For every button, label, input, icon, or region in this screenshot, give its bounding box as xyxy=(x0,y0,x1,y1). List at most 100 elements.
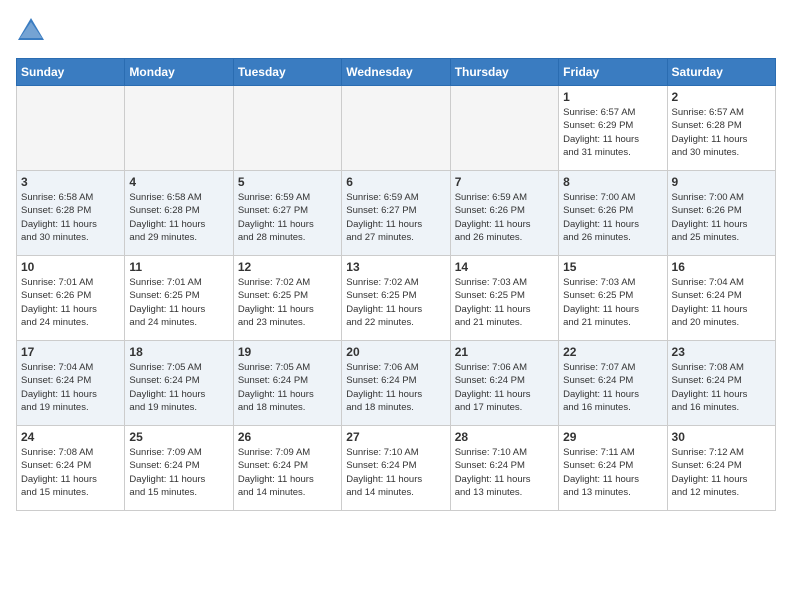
day-number: 2 xyxy=(672,90,771,104)
weekday-header-monday: Monday xyxy=(125,59,233,86)
day-info: Sunrise: 7:06 AM Sunset: 6:24 PM Dayligh… xyxy=(346,361,445,414)
calendar-cell: 29 Sunrise: 7:11 AM Sunset: 6:24 PM Dayli… xyxy=(559,426,667,511)
day-number: 15 xyxy=(563,260,662,274)
day-info: Sunrise: 7:03 AM Sunset: 6:25 PM Dayligh… xyxy=(563,276,662,329)
day-info: Sunrise: 6:59 AM Sunset: 6:26 PM Dayligh… xyxy=(455,191,554,244)
calendar-cell: 27 Sunrise: 7:10 AM Sunset: 6:24 PM Dayli… xyxy=(342,426,450,511)
day-info: Sunrise: 7:11 AM Sunset: 6:24 PM Dayligh… xyxy=(563,446,662,499)
day-info: Sunrise: 7:01 AM Sunset: 6:26 PM Dayligh… xyxy=(21,276,120,329)
calendar-cell: 26 Sunrise: 7:09 AM Sunset: 6:24 PM Dayli… xyxy=(233,426,341,511)
calendar-table: SundayMondayTuesdayWednesdayThursdayFrid… xyxy=(16,58,776,511)
day-info: Sunrise: 7:05 AM Sunset: 6:24 PM Dayligh… xyxy=(238,361,337,414)
day-info: Sunrise: 7:03 AM Sunset: 6:25 PM Dayligh… xyxy=(455,276,554,329)
calendar-cell: 10Sunrise: 7:01 AM Sunset: 6:26 PM Dayli… xyxy=(17,256,125,341)
weekday-header-wednesday: Wednesday xyxy=(342,59,450,86)
calendar-week-row: 24 Sunrise: 7:08 AM Sunset: 6:24 PM Dayli… xyxy=(17,426,776,511)
calendar-cell: 28 Sunrise: 7:10 AM Sunset: 6:24 PM Dayli… xyxy=(450,426,558,511)
calendar-cell: 30 Sunrise: 7:12 AM Sunset: 6:24 PM Dayli… xyxy=(667,426,775,511)
calendar-cell: 24 Sunrise: 7:08 AM Sunset: 6:24 PM Dayli… xyxy=(17,426,125,511)
weekday-header-tuesday: Tuesday xyxy=(233,59,341,86)
calendar-cell: 16 Sunrise: 7:04 AM Sunset: 6:24 PM Dayli… xyxy=(667,256,775,341)
day-info: Sunrise: 6:59 AM Sunset: 6:27 PM Dayligh… xyxy=(346,191,445,244)
day-info: Sunrise: 7:10 AM Sunset: 6:24 PM Dayligh… xyxy=(346,446,445,499)
calendar-cell: 18Sunrise: 7:05 AM Sunset: 6:24 PM Dayli… xyxy=(125,341,233,426)
day-number: 9 xyxy=(672,175,771,189)
day-info: Sunrise: 7:00 AM Sunset: 6:26 PM Dayligh… xyxy=(563,191,662,244)
day-number: 7 xyxy=(455,175,554,189)
day-number: 20 xyxy=(346,345,445,359)
day-info: Sunrise: 6:58 AM Sunset: 6:28 PM Dayligh… xyxy=(129,191,228,244)
day-number: 19 xyxy=(238,345,337,359)
day-info: Sunrise: 7:05 AM Sunset: 6:24 PM Dayligh… xyxy=(129,361,228,414)
calendar-cell: 14 Sunrise: 7:03 AM Sunset: 6:25 PM Dayli… xyxy=(450,256,558,341)
day-number: 14 xyxy=(455,260,554,274)
day-info: Sunrise: 6:58 AM Sunset: 6:28 PM Dayligh… xyxy=(21,191,120,244)
calendar-week-row: 1 Sunrise: 6:57 AM Sunset: 6:29 PM Daylig… xyxy=(17,86,776,171)
calendar-cell xyxy=(125,86,233,171)
logo xyxy=(16,16,50,46)
weekday-header-sunday: Sunday xyxy=(17,59,125,86)
weekday-header-friday: Friday xyxy=(559,59,667,86)
day-number: 29 xyxy=(563,430,662,444)
day-number: 6 xyxy=(346,175,445,189)
day-info: Sunrise: 7:01 AM Sunset: 6:25 PM Dayligh… xyxy=(129,276,228,329)
day-number: 12 xyxy=(238,260,337,274)
calendar-cell: 3 Sunrise: 6:58 AM Sunset: 6:28 PM Daylig… xyxy=(17,171,125,256)
day-info: Sunrise: 7:09 AM Sunset: 6:24 PM Dayligh… xyxy=(238,446,337,499)
logo-icon xyxy=(16,16,46,46)
day-number: 27 xyxy=(346,430,445,444)
calendar-cell: 4Sunrise: 6:58 AM Sunset: 6:28 PM Daylig… xyxy=(125,171,233,256)
day-info: Sunrise: 7:12 AM Sunset: 6:24 PM Dayligh… xyxy=(672,446,771,499)
day-info: Sunrise: 6:57 AM Sunset: 6:29 PM Dayligh… xyxy=(563,106,662,159)
day-number: 8 xyxy=(563,175,662,189)
day-info: Sunrise: 7:06 AM Sunset: 6:24 PM Dayligh… xyxy=(455,361,554,414)
day-info: Sunrise: 7:08 AM Sunset: 6:24 PM Dayligh… xyxy=(672,361,771,414)
day-number: 23 xyxy=(672,345,771,359)
calendar-cell: 1 Sunrise: 6:57 AM Sunset: 6:29 PM Daylig… xyxy=(559,86,667,171)
day-number: 13 xyxy=(346,260,445,274)
calendar-cell xyxy=(450,86,558,171)
page-header xyxy=(16,16,776,46)
day-info: Sunrise: 7:04 AM Sunset: 6:24 PM Dayligh… xyxy=(672,276,771,329)
calendar-cell: 22 Sunrise: 7:07 AM Sunset: 6:24 PM Dayli… xyxy=(559,341,667,426)
calendar-cell: 12 Sunrise: 7:02 AM Sunset: 6:25 PM Dayli… xyxy=(233,256,341,341)
calendar-cell: 8 Sunrise: 7:00 AM Sunset: 6:26 PM Daylig… xyxy=(559,171,667,256)
calendar-cell xyxy=(342,86,450,171)
day-info: Sunrise: 6:57 AM Sunset: 6:28 PM Dayligh… xyxy=(672,106,771,159)
day-info: Sunrise: 7:10 AM Sunset: 6:24 PM Dayligh… xyxy=(455,446,554,499)
day-number: 11 xyxy=(129,260,228,274)
calendar-week-row: 3 Sunrise: 6:58 AM Sunset: 6:28 PM Daylig… xyxy=(17,171,776,256)
calendar-cell: 6 Sunrise: 6:59 AM Sunset: 6:27 PM Daylig… xyxy=(342,171,450,256)
day-number: 22 xyxy=(563,345,662,359)
day-number: 25 xyxy=(129,430,228,444)
day-number: 24 xyxy=(21,430,120,444)
day-info: Sunrise: 7:04 AM Sunset: 6:24 PM Dayligh… xyxy=(21,361,120,414)
calendar-cell: 21 Sunrise: 7:06 AM Sunset: 6:24 PM Dayli… xyxy=(450,341,558,426)
day-info: Sunrise: 7:07 AM Sunset: 6:24 PM Dayligh… xyxy=(563,361,662,414)
calendar-cell: 17 Sunrise: 7:04 AM Sunset: 6:24 PM Dayli… xyxy=(17,341,125,426)
calendar-cell: 2 Sunrise: 6:57 AM Sunset: 6:28 PM Daylig… xyxy=(667,86,775,171)
day-info: Sunrise: 7:08 AM Sunset: 6:24 PM Dayligh… xyxy=(21,446,120,499)
day-info: Sunrise: 7:02 AM Sunset: 6:25 PM Dayligh… xyxy=(238,276,337,329)
day-info: Sunrise: 6:59 AM Sunset: 6:27 PM Dayligh… xyxy=(238,191,337,244)
calendar-cell: 13 Sunrise: 7:02 AM Sunset: 6:25 PM Dayli… xyxy=(342,256,450,341)
day-number: 5 xyxy=(238,175,337,189)
calendar-cell: 7 Sunrise: 6:59 AM Sunset: 6:26 PM Daylig… xyxy=(450,171,558,256)
day-number: 3 xyxy=(21,175,120,189)
day-info: Sunrise: 7:02 AM Sunset: 6:25 PM Dayligh… xyxy=(346,276,445,329)
day-number: 17 xyxy=(21,345,120,359)
day-number: 30 xyxy=(672,430,771,444)
weekday-header-saturday: Saturday xyxy=(667,59,775,86)
calendar-cell: 19 Sunrise: 7:05 AM Sunset: 6:24 PM Dayli… xyxy=(233,341,341,426)
weekday-header-row: SundayMondayTuesdayWednesdayThursdayFrid… xyxy=(17,59,776,86)
day-number: 26 xyxy=(238,430,337,444)
calendar-cell: 23 Sunrise: 7:08 AM Sunset: 6:24 PM Dayli… xyxy=(667,341,775,426)
calendar-cell xyxy=(17,86,125,171)
calendar-cell: 5 Sunrise: 6:59 AM Sunset: 6:27 PM Daylig… xyxy=(233,171,341,256)
day-number: 21 xyxy=(455,345,554,359)
day-number: 1 xyxy=(563,90,662,104)
calendar-week-row: 10Sunrise: 7:01 AM Sunset: 6:26 PM Dayli… xyxy=(17,256,776,341)
day-number: 28 xyxy=(455,430,554,444)
day-number: 16 xyxy=(672,260,771,274)
day-info: Sunrise: 7:09 AM Sunset: 6:24 PM Dayligh… xyxy=(129,446,228,499)
